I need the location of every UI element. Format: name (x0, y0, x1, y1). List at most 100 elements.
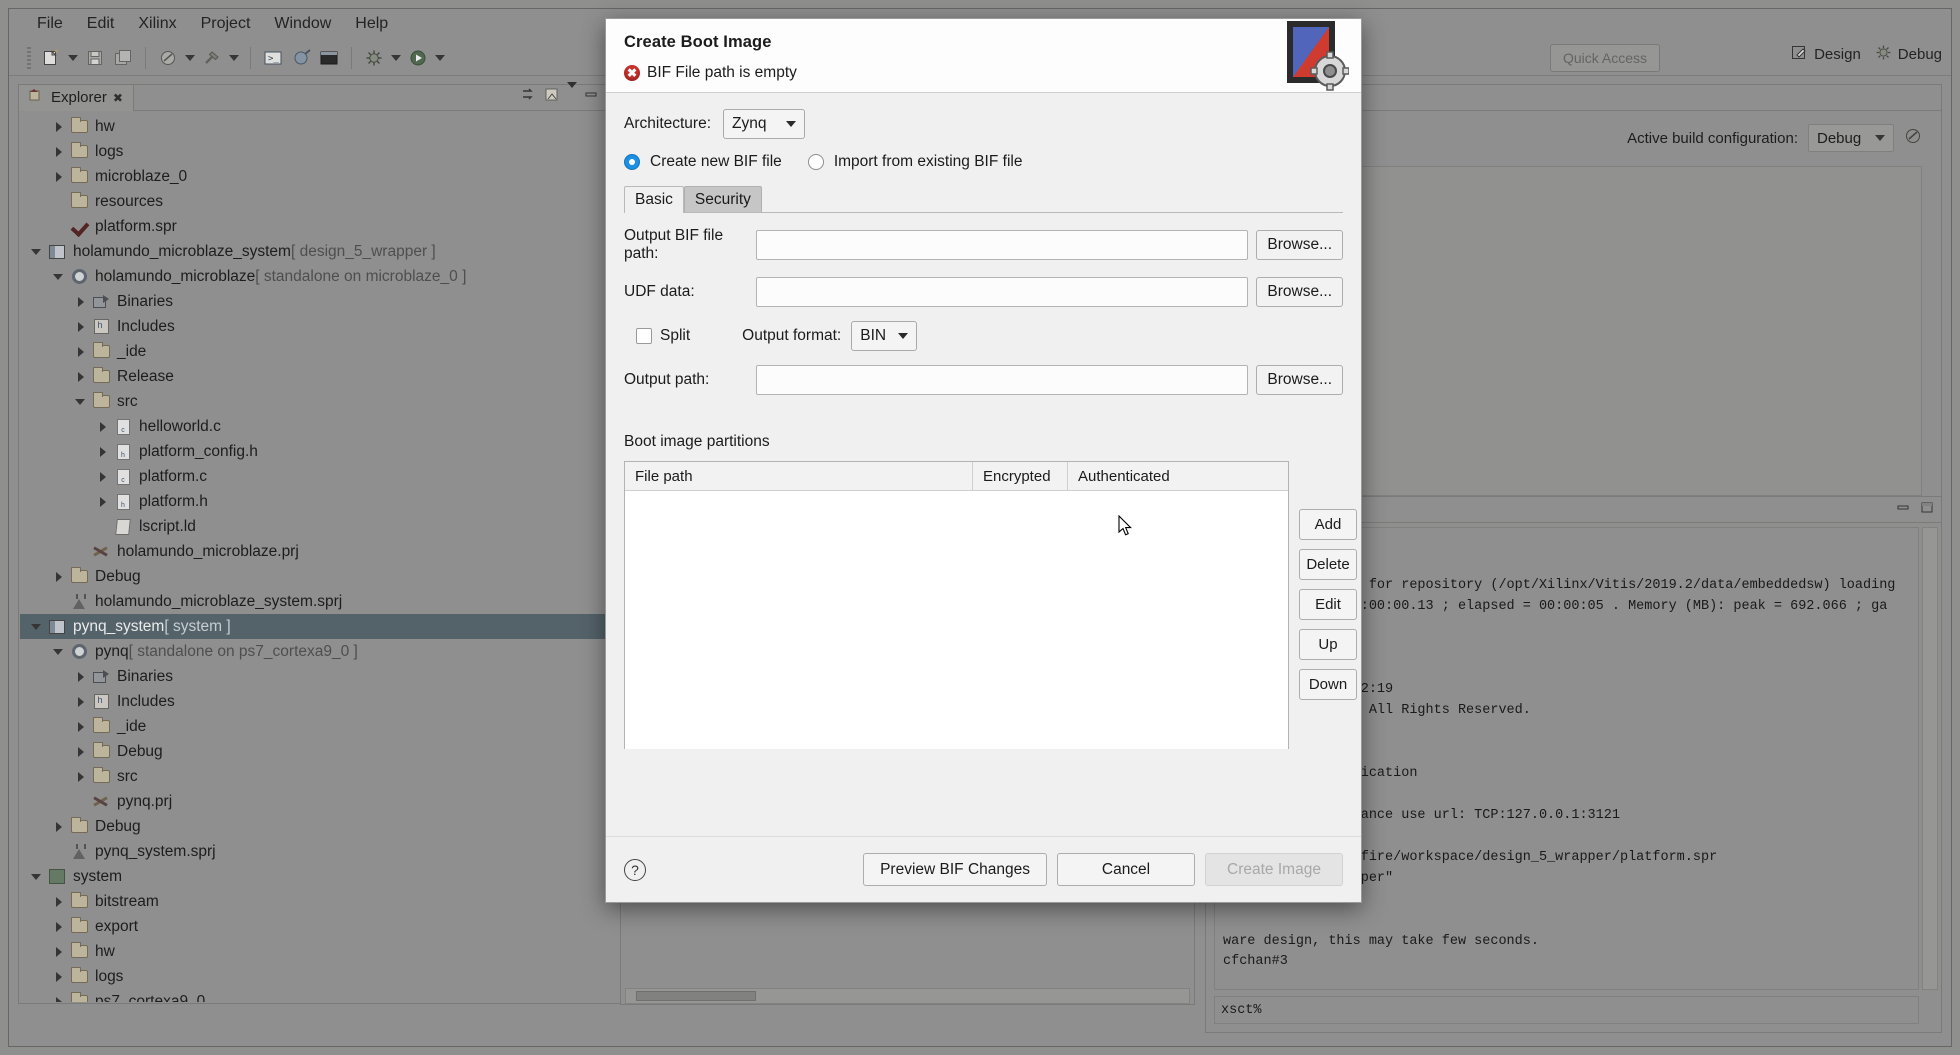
architecture-select[interactable]: Zynq (723, 109, 806, 139)
output-path-input[interactable] (756, 365, 1249, 395)
tree-item[interactable]: c platform.c (20, 464, 624, 489)
chevron-right-icon[interactable] (52, 820, 66, 834)
tree-item[interactable]: pynq.prj (20, 789, 624, 814)
tree-item[interactable]: hw (20, 114, 624, 139)
udf-data-browse-button[interactable]: Browse... (1256, 277, 1343, 307)
tree-item[interactable]: Debug (20, 564, 624, 589)
chevron-right-icon[interactable] (74, 695, 88, 709)
tree-item[interactable]: system (20, 864, 624, 889)
tree-item[interactable]: logs (20, 139, 624, 164)
udf-data-input[interactable] (756, 277, 1249, 307)
active-build-configuration-select[interactable]: Debug (1808, 124, 1894, 152)
chevron-right-icon[interactable] (74, 295, 88, 309)
chevron-right-icon[interactable] (74, 670, 88, 684)
tree-item[interactable]: h platform_config.h (20, 439, 624, 464)
move-down-button[interactable]: Down (1299, 669, 1357, 700)
tree-item[interactable]: _ide (20, 714, 624, 739)
console-scrollbar[interactable] (1922, 527, 1938, 990)
split-checkbox[interactable] (636, 328, 652, 344)
perspective-design[interactable]: Design (1791, 44, 1861, 65)
bif-path-browse-button[interactable]: Browse... (1256, 230, 1343, 260)
tree-item[interactable]: Release (20, 364, 624, 389)
tree-item[interactable]: Includes (20, 314, 624, 339)
tree-item[interactable]: lscript.ld (20, 514, 624, 539)
terminal-icon[interactable]: >_ (259, 45, 287, 71)
chevron-right-icon[interactable] (52, 145, 66, 159)
new-file-dropdown-icon[interactable] (65, 45, 81, 71)
output-format-select[interactable]: BIN (851, 321, 918, 351)
column-header-encrypted[interactable]: Encrypted (973, 462, 1068, 490)
link-editor-icon[interactable] (521, 87, 538, 107)
chevron-right-icon[interactable] (74, 345, 88, 359)
cancel-button[interactable]: Cancel (1057, 853, 1195, 886)
chevron-down-icon[interactable] (30, 245, 44, 259)
tree-item[interactable]: ps7_cortexa9_0 (20, 989, 624, 1002)
console-prompt[interactable]: xsct% (1214, 996, 1919, 1024)
tree-item[interactable]: microblaze_0 (20, 164, 624, 189)
help-question-icon[interactable]: ? (624, 858, 646, 881)
chevron-right-icon[interactable] (52, 170, 66, 184)
tree-item[interactable]: logs (20, 964, 624, 989)
hammer-dropdown-icon[interactable] (226, 45, 242, 71)
chevron-down-icon[interactable] (30, 870, 44, 884)
chevron-right-icon[interactable] (74, 770, 88, 784)
chevron-right-icon[interactable] (52, 970, 66, 984)
run-icon[interactable] (404, 45, 432, 71)
horizontal-scrollbar[interactable] (625, 988, 1190, 1004)
menu-file[interactable]: File (25, 12, 75, 36)
view-menu-icon[interactable] (567, 82, 577, 106)
console-view-icon[interactable] (315, 45, 343, 71)
edit-partition-button[interactable]: Edit (1299, 589, 1357, 620)
toolbar-grip[interactable] (27, 46, 31, 69)
minimize-icon[interactable] (583, 88, 599, 107)
perspective-debug[interactable]: Debug (1875, 44, 1942, 65)
tab-explorer[interactable]: Explorer ✖ (19, 84, 134, 111)
close-icon[interactable]: ✖ (113, 91, 123, 105)
tree-item[interactable]: src (20, 764, 624, 789)
chevron-right-icon[interactable] (52, 120, 66, 134)
run-dropdown-icon[interactable] (432, 45, 448, 71)
tree-item[interactable]: h platform.h (20, 489, 624, 514)
radio-import-existing-bif[interactable] (807, 154, 824, 170)
partitions-table[interactable]: File path Encrypted Authenticated (624, 461, 1289, 749)
tree-item[interactable]: Includes (20, 689, 624, 714)
bif-path-input[interactable] (756, 230, 1249, 260)
save-all-icon[interactable] (109, 45, 137, 71)
tree-item[interactable]: Debug (20, 814, 624, 839)
output-path-browse-button[interactable]: Browse... (1256, 365, 1343, 395)
tree-item[interactable]: resources (20, 189, 624, 214)
chevron-right-icon[interactable] (52, 995, 66, 1002)
chevron-down-icon[interactable] (52, 645, 66, 659)
save-icon[interactable] (81, 45, 109, 71)
chevron-right-icon[interactable] (52, 570, 66, 584)
tree-item[interactable]: hw (20, 939, 624, 964)
tree-item[interactable]: c helloworld.c (20, 414, 624, 439)
tree-item[interactable]: Binaries (20, 664, 624, 689)
tree-item[interactable]: Debug (20, 739, 624, 764)
chevron-right-icon[interactable] (52, 945, 66, 959)
chevron-right-icon[interactable] (96, 495, 110, 509)
maximize-icon[interactable] (1919, 501, 1935, 520)
chevron-down-icon[interactable] (30, 620, 44, 634)
partitions-table-body[interactable] (625, 491, 1288, 749)
tree-item[interactable]: holamundo_microblaze_system.sprj (20, 589, 624, 614)
chevron-right-icon[interactable] (96, 420, 110, 434)
chevron-right-icon[interactable] (52, 920, 66, 934)
chevron-right-icon[interactable] (96, 445, 110, 459)
build-settings-icon[interactable] (1904, 127, 1922, 149)
preview-bif-changes-button[interactable]: Preview BIF Changes (863, 853, 1047, 886)
project-explorer-tree[interactable]: hw logs microblaze_0 resources platform.spr h… (20, 112, 624, 1002)
tree-item[interactable]: holamundo_microblaze [ standalone on mic… (20, 264, 624, 289)
move-up-button[interactable]: Up (1299, 629, 1357, 660)
column-header-file-path[interactable]: File path (625, 462, 973, 490)
tree-item[interactable]: export (20, 914, 624, 939)
new-file-icon[interactable] (37, 45, 65, 71)
hammer-build-icon[interactable] (198, 45, 226, 71)
chevron-right-icon[interactable] (74, 320, 88, 334)
chevron-right-icon[interactable] (74, 720, 88, 734)
tree-item[interactable]: _ide (20, 339, 624, 364)
chevron-right-icon[interactable] (52, 895, 66, 909)
minimize-icon[interactable] (1895, 501, 1911, 520)
menu-xilinx[interactable]: Xilinx (126, 12, 188, 36)
chevron-right-icon[interactable] (96, 470, 110, 484)
